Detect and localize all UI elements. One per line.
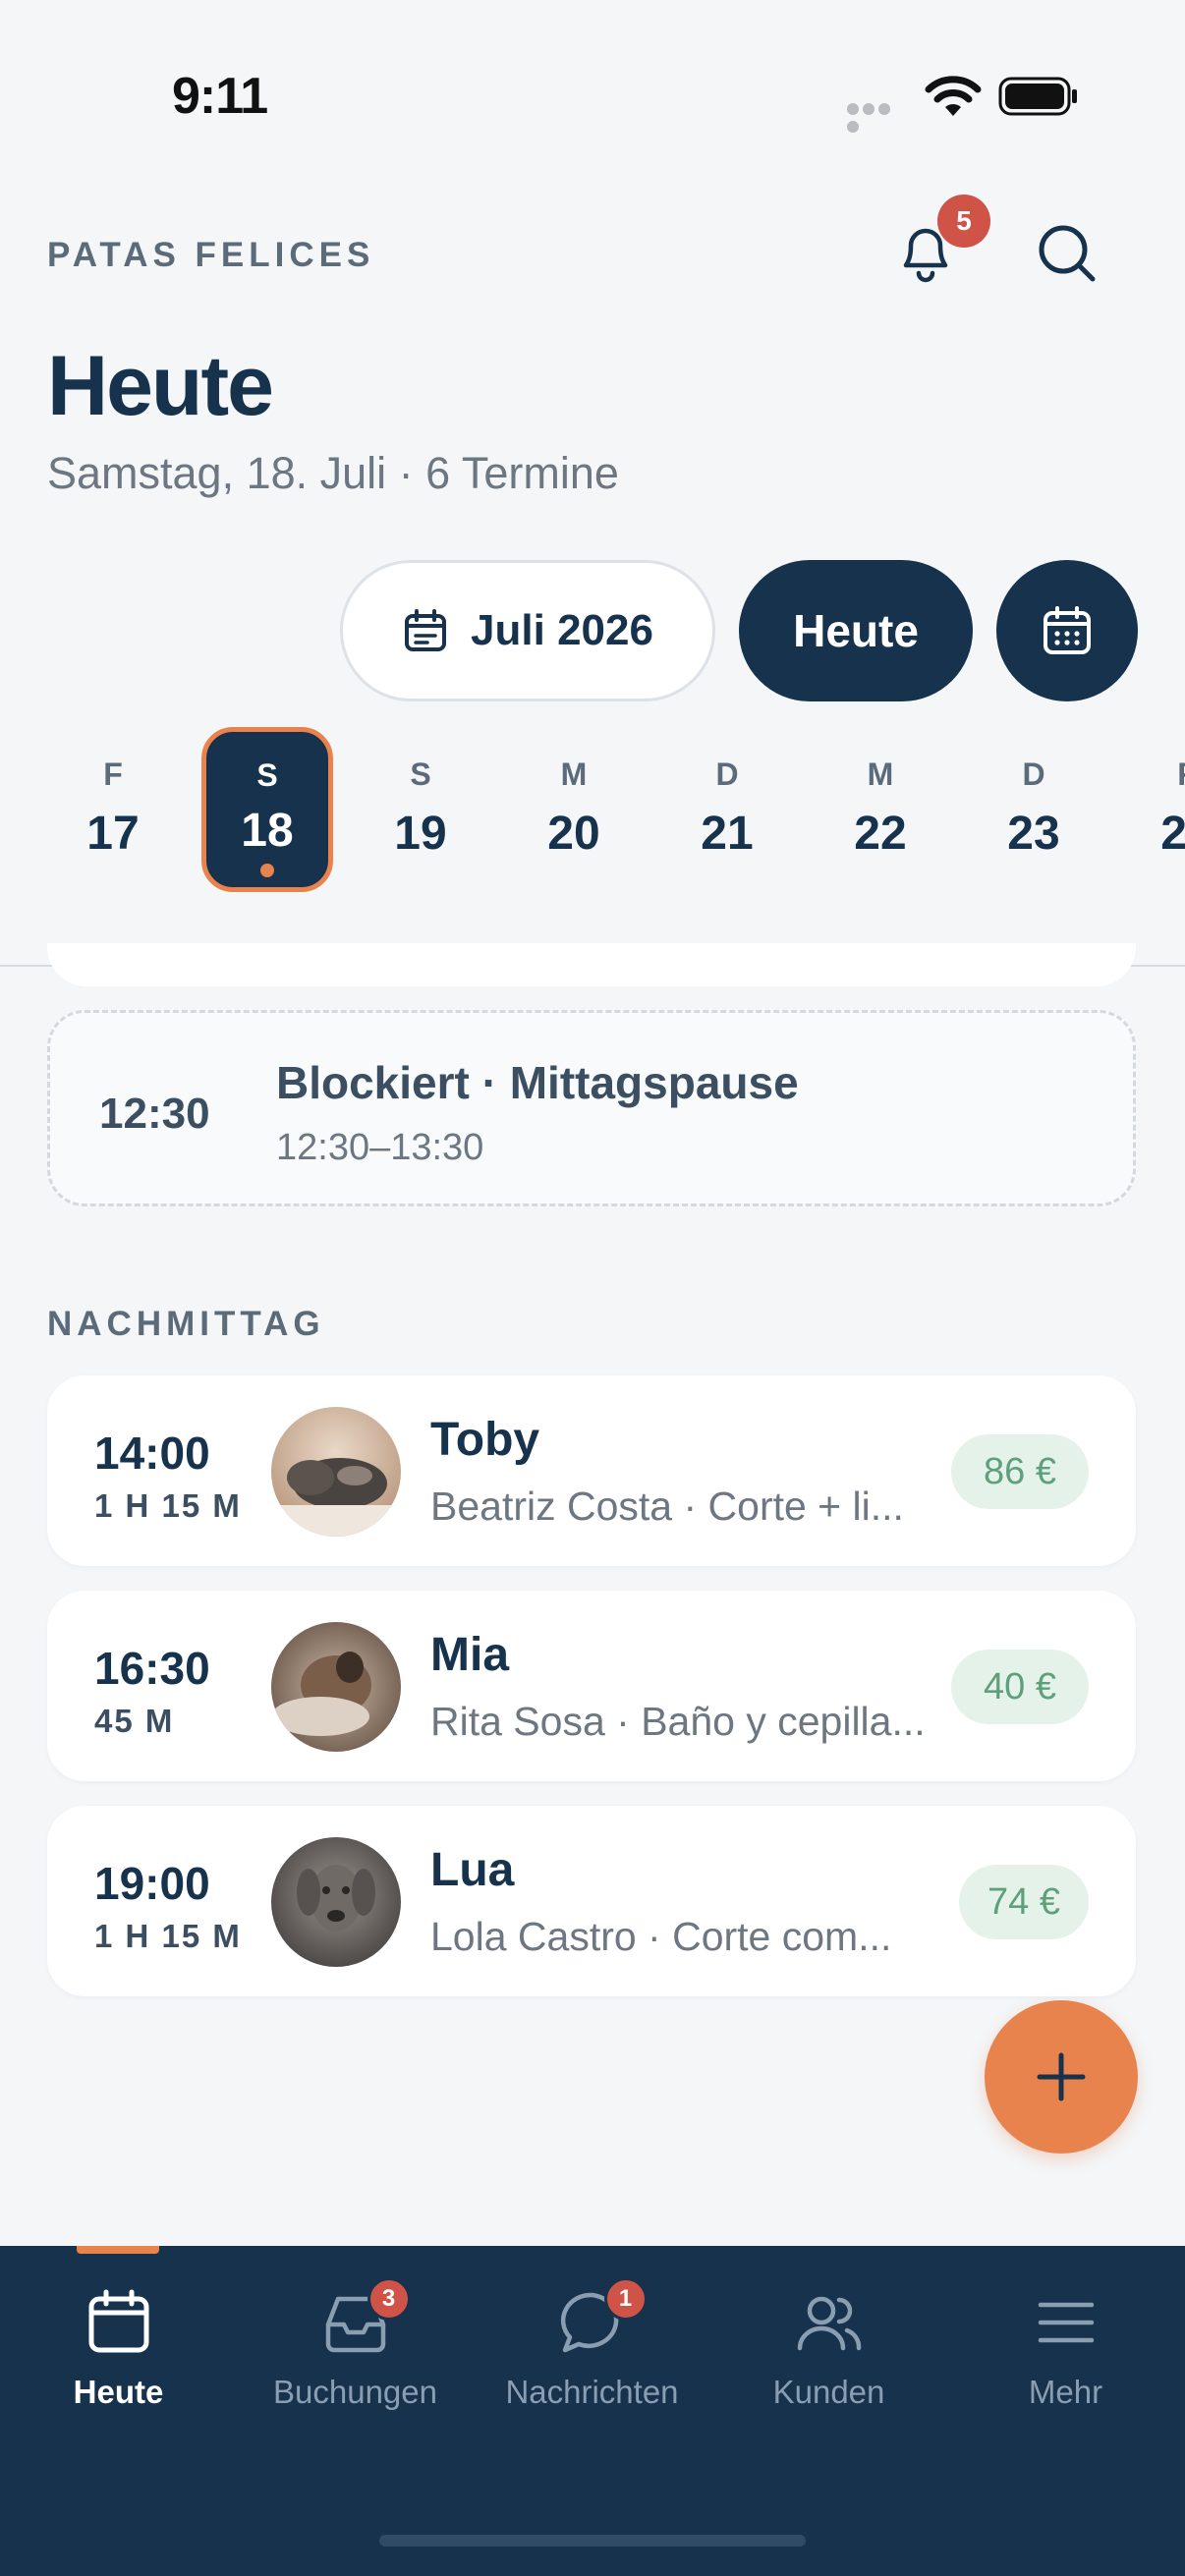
section-label-afternoon: NACHMITTAG — [47, 1305, 325, 1343]
status-time: 9:11 — [172, 68, 268, 125]
price-badge: 74 € — [959, 1865, 1089, 1939]
plus-icon — [1037, 2052, 1086, 2101]
appointments-dot — [260, 864, 274, 877]
appointment-detail: Lola Castro · Corte com... — [430, 1914, 892, 1959]
pet-name: Mia — [430, 1629, 510, 1681]
price-badge: 86 € — [951, 1434, 1089, 1509]
appointment-duration: 45 M — [94, 1703, 175, 1739]
appointment-time: 14:00 — [94, 1428, 210, 1479]
chat-icon: 1 — [553, 2277, 648, 2362]
day-number: 21 — [701, 808, 754, 860]
day-letter: D — [1022, 756, 1045, 792]
day-item-selected[interactable]: S 18 — [201, 727, 333, 892]
battery-icon — [998, 77, 1077, 116]
day-number: 22 — [854, 808, 907, 860]
inbox-icon: 3 — [316, 2277, 411, 2362]
appointment-duration: 1 H 15 M — [94, 1918, 242, 1954]
month-picker-button[interactable]: Juli 2026 — [340, 560, 715, 701]
wifi-icon — [925, 76, 982, 116]
day-letter: S — [410, 756, 431, 792]
tab-label: Buchungen — [273, 2374, 437, 2410]
blocked-title: Blockiert · Mittagspause — [276, 1057, 799, 1108]
appointment-card[interactable]: 16:30 45 M Mia Rita Sosa · Baño y cepill… — [47, 1591, 1136, 1781]
pet-avatar — [271, 1837, 401, 1967]
day-number: 20 — [547, 808, 600, 860]
day-item[interactable]: F 17 — [47, 727, 179, 892]
month-label: Juli 2026 — [471, 606, 653, 654]
appointment-duration: 1 H 15 M — [94, 1487, 242, 1524]
pet-avatar — [271, 1622, 401, 1752]
notification-badge: 5 — [937, 195, 990, 248]
day-number: 17 — [86, 808, 140, 860]
day-letter: S — [256, 757, 278, 793]
today-button[interactable]: Heute — [739, 560, 973, 701]
bottom-navigation: Heute 3 Buchungen 1 Nachrichten Kunden M… — [0, 2246, 1185, 2576]
home-indicator[interactable] — [379, 2535, 806, 2547]
appointment-card[interactable]: 14:00 1 H 15 M Toby Beatriz Costa · Cort… — [47, 1375, 1136, 1566]
day-number: 23 — [1007, 808, 1060, 860]
appointment-detail: Beatriz Costa · Corte + li... — [430, 1484, 904, 1529]
users-icon — [790, 2283, 869, 2362]
day-item[interactable]: M 20 — [508, 727, 640, 892]
tab-label: Kunden — [772, 2374, 885, 2410]
day-letter: D — [715, 756, 739, 792]
day-item-inner: F 24 — [1121, 727, 1185, 892]
day-number: 19 — [394, 808, 447, 860]
messages-badge: 1 — [603, 2277, 648, 2321]
tab-label: Mehr — [1028, 2374, 1103, 2410]
tab-heute[interactable]: Heute — [0, 2246, 237, 2442]
page-subtitle: Samstag, 18. Juli · 6 Termine — [47, 448, 619, 498]
brand-name: PATAS FELICES — [47, 236, 375, 274]
blocked-time: 12:30 — [99, 1090, 210, 1138]
appointment-card[interactable]: 19:00 1 H 15 M Lua Lola Castro · Corte c… — [47, 1806, 1136, 1996]
page-title: Heute — [47, 339, 274, 433]
day-item[interactable]: D 21 — [661, 727, 793, 892]
price-badge: 40 € — [951, 1650, 1089, 1724]
tab-label: Heute — [73, 2374, 164, 2410]
blocked-range: 12:30–13:30 — [276, 1127, 484, 1168]
bookings-badge: 3 — [367, 2277, 411, 2321]
day-letter: F — [103, 756, 123, 792]
appointment-time: 16:30 — [94, 1643, 210, 1694]
tab-buchungen[interactable]: 3 Buchungen — [237, 2246, 474, 2442]
pet-name: Toby — [430, 1414, 540, 1466]
tab-label: Nachrichten — [505, 2374, 679, 2410]
appointment-detail: Rita Sosa · Baño y cepilla... — [430, 1699, 926, 1744]
blocked-slot-card[interactable]: 12:30 Blockiert · Mittagspause 12:30–13:… — [47, 1010, 1136, 1206]
calendar-view-button[interactable] — [996, 560, 1138, 701]
day-item[interactable]: D 23 — [968, 727, 1100, 892]
cellular-signal-icon — [847, 102, 908, 133]
menu-icon — [1027, 2283, 1105, 2362]
day-number: 18 — [241, 805, 294, 857]
add-appointment-button[interactable] — [985, 2000, 1138, 2154]
tab-nachrichten[interactable]: 1 Nachrichten — [474, 2246, 710, 2442]
previous-card-edge — [47, 943, 1136, 986]
day-number: 24 — [1160, 808, 1185, 860]
day-item[interactable]: S 19 — [355, 727, 486, 892]
pet-name: Lua — [430, 1844, 515, 1896]
search-button[interactable] — [1028, 214, 1106, 293]
calendar-grid-icon — [1044, 606, 1091, 654]
calendar-icon — [80, 2283, 158, 2362]
day-letter: F — [1177, 756, 1185, 793]
day-item-clipped[interactable]: F 24 — [1121, 727, 1185, 892]
pet-avatar — [271, 1407, 401, 1537]
tab-mehr[interactable]: Mehr — [947, 2246, 1184, 2442]
appointment-time: 19:00 — [94, 1858, 210, 1909]
calendar-icon — [405, 609, 447, 651]
day-letter: M — [560, 756, 588, 792]
day-item[interactable]: M 22 — [815, 727, 946, 892]
tab-kunden[interactable]: Kunden — [710, 2246, 947, 2442]
day-letter: M — [867, 756, 894, 792]
